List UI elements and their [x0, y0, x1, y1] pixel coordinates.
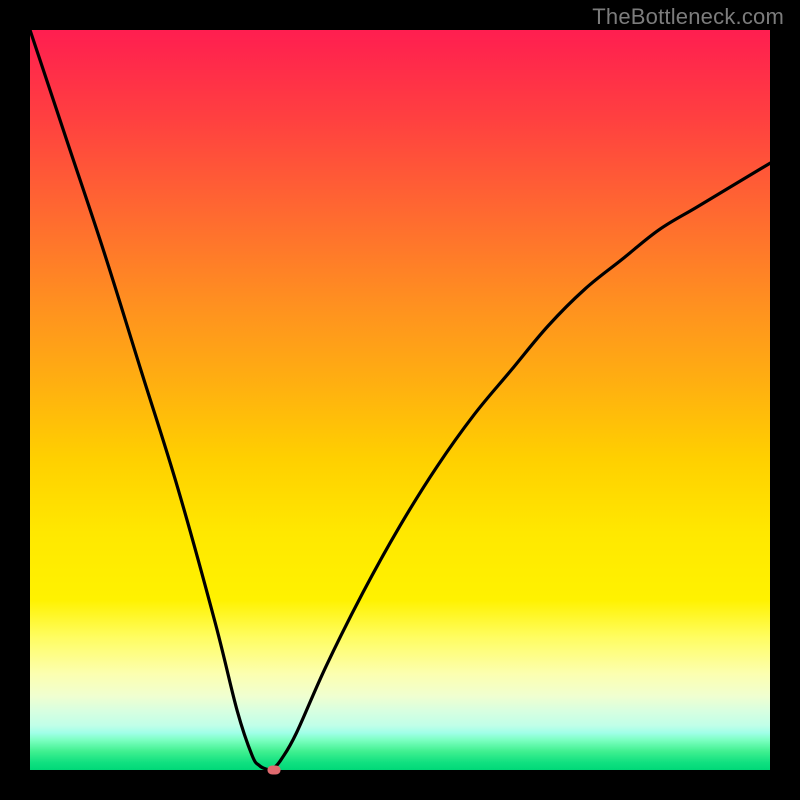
plot-area	[30, 30, 770, 770]
optimal-point-marker	[268, 766, 281, 775]
chart-frame: TheBottleneck.com	[0, 0, 800, 800]
attribution-text: TheBottleneck.com	[592, 4, 784, 30]
bottleneck-curve	[30, 30, 770, 770]
